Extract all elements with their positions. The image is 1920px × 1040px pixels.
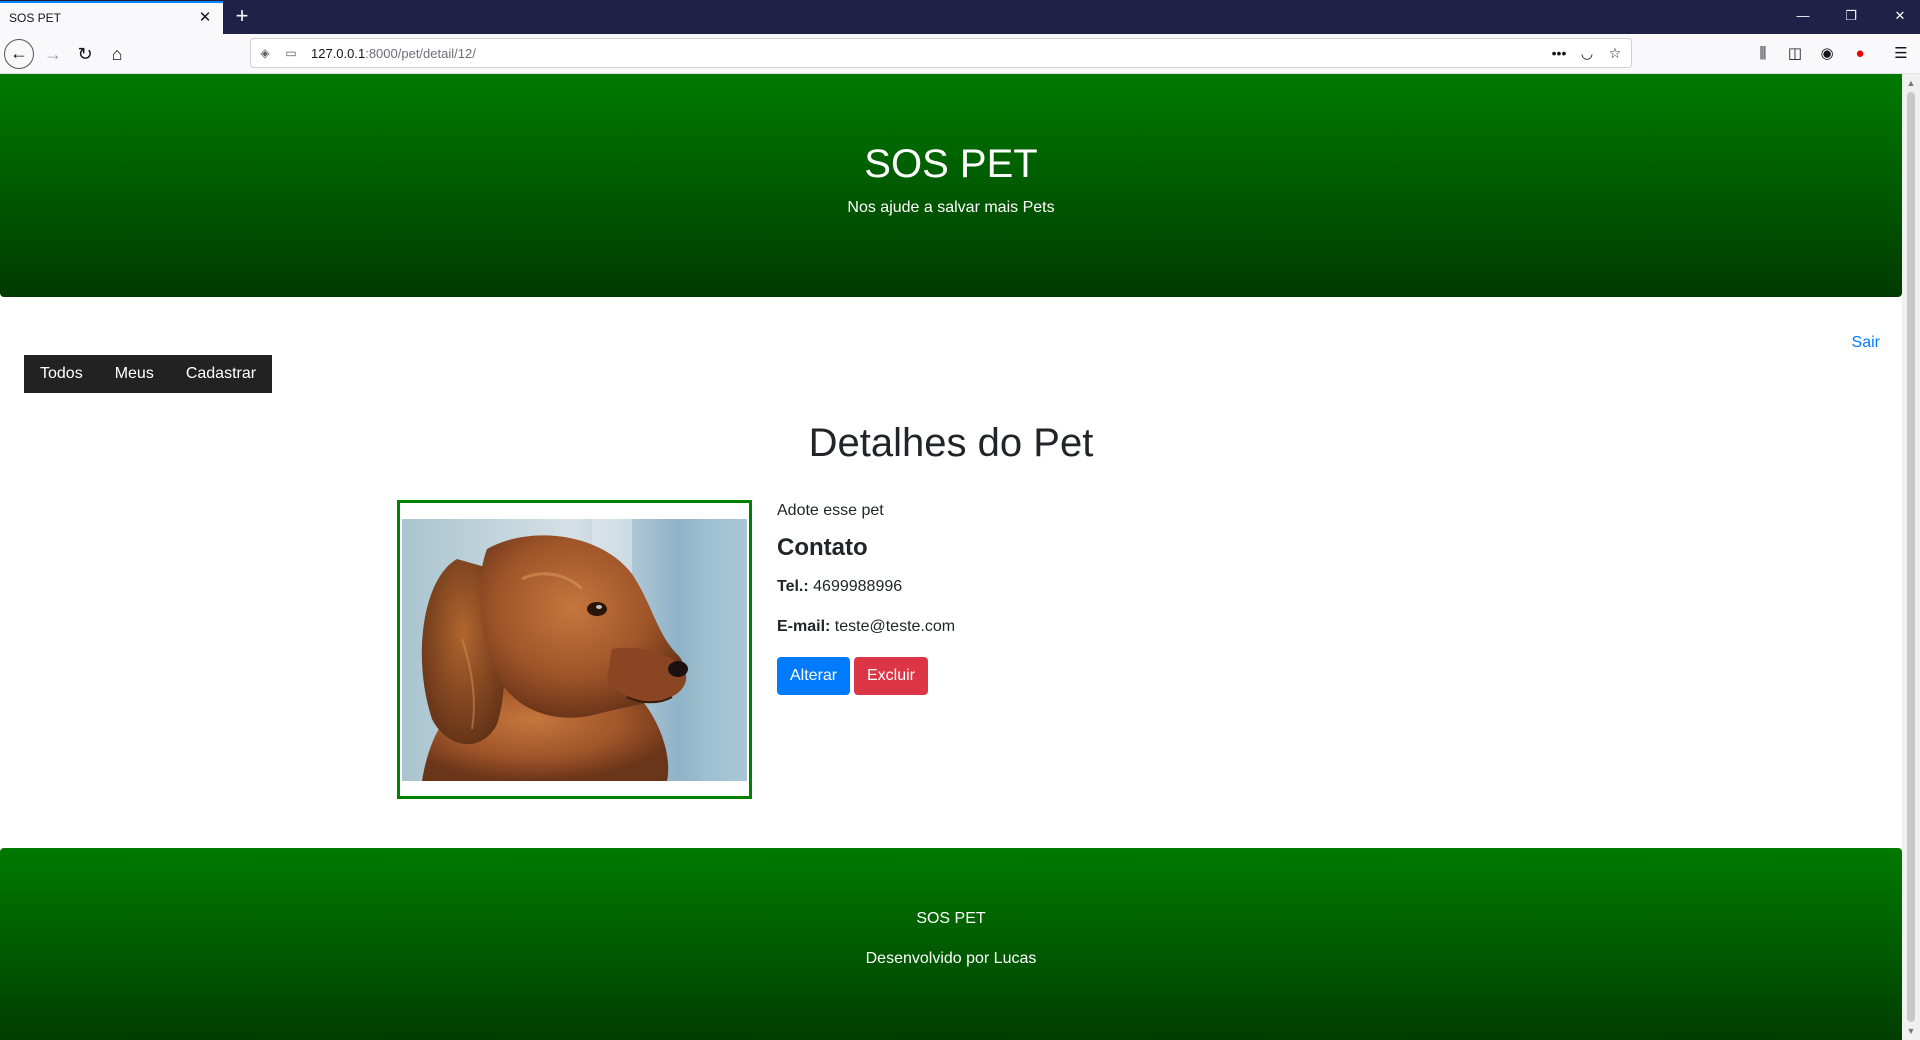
close-window-button[interactable]: ✕ <box>1888 5 1912 27</box>
pocket-icon[interactable]: ◡ <box>1577 44 1597 62</box>
new-tab-button[interactable]: + <box>230 4 254 28</box>
phone-value: 4699988996 <box>813 578 903 595</box>
menu-item-cadastrar[interactable]: Cadastrar <box>170 355 272 393</box>
page-actions-icon[interactable]: ••• <box>1549 44 1569 62</box>
pet-photo-frame <box>397 500 752 799</box>
footer-site-name: SOS PET <box>916 910 986 927</box>
pet-photo <box>402 519 747 781</box>
menu-item-todos[interactable]: Todos <box>24 355 99 393</box>
forward-arrow-icon[interactable]: → <box>38 39 68 69</box>
site-title: SOS PET <box>864 142 1038 186</box>
minimize-button[interactable]: — <box>1791 5 1815 27</box>
page-viewport: SOS PET Nos ajude a salvar mais Pets Sai… <box>0 74 1902 1040</box>
edit-button[interactable]: Alterar <box>777 657 851 695</box>
site-header: SOS PET Nos ajude a salvar mais Pets <box>0 74 1902 297</box>
email-value: teste@teste.com <box>834 618 956 635</box>
address-bar[interactable]: ◈ ▭ 127.0.0.1:8000/pet/detail/12/ ••• ◡ … <box>250 38 1632 68</box>
bookmark-star-icon[interactable]: ☆ <box>1605 44 1625 62</box>
email-label: E-mail: <box>777 618 831 635</box>
menu-hamburger-icon[interactable]: ☰ <box>1890 44 1912 64</box>
site-footer: SOS PET Desenvolvido por Lucas <box>0 848 1902 1040</box>
scroll-up-icon[interactable]: ▲ <box>1906 78 1916 88</box>
back-arrow-icon[interactable]: ← <box>4 39 34 69</box>
library-icon[interactable]: ⫼ <box>1752 44 1774 64</box>
main-menu: Todos Meus Cadastrar <box>24 355 273 393</box>
contact-heading: Contato <box>777 534 868 561</box>
account-icon[interactable]: ◉ <box>1816 44 1838 64</box>
phone-line: Tel.: 4699988996 <box>777 578 902 596</box>
tab-title: SOS PET <box>9 11 62 25</box>
sidebar-icon[interactable]: ◫ <box>1784 44 1806 64</box>
url-text[interactable]: 127.0.0.1:8000/pet/detail/12/ <box>311 46 476 61</box>
page-title: Detalhes do Pet <box>808 421 1094 465</box>
logout-link[interactable]: Sair <box>1852 334 1880 352</box>
scroll-down-icon[interactable]: ▼ <box>1906 1026 1916 1036</box>
browser-titlebar: SOS PET ✕ + — ❐ ✕ <box>0 0 1920 34</box>
url-path: :8000/pet/detail/12/ <box>365 46 476 61</box>
url-host: 127.0.0.1 <box>311 46 366 61</box>
reload-icon[interactable]: ↻ <box>70 39 100 69</box>
site-subtitle: Nos ajude a salvar mais Pets <box>847 199 1055 216</box>
delete-button[interactable]: Excluir <box>854 657 929 695</box>
page-info-icon[interactable]: ▭ <box>283 45 299 61</box>
shield-icon[interactable]: ◈ <box>257 45 273 61</box>
email-line: E-mail: teste@teste.com <box>777 618 955 636</box>
footer-credit: Desenvolvido por Lucas <box>865 950 1037 967</box>
tab-close-icon[interactable]: ✕ <box>195 8 215 28</box>
menu-item-meus[interactable]: Meus <box>99 355 170 393</box>
home-icon[interactable]: ⌂ <box>102 39 132 69</box>
restore-button[interactable]: ❐ <box>1839 5 1863 27</box>
vertical-scrollbar[interactable]: ▲ ▼ <box>1902 74 1920 1040</box>
browser-toolbar: ← → ↻ ⌂ ◈ ▭ 127.0.0.1:8000/pet/detail/12… <box>0 34 1920 74</box>
phone-label: Tel.: <box>777 578 809 595</box>
browser-tab[interactable]: SOS PET ✕ <box>0 1 223 34</box>
scroll-thumb[interactable] <box>1907 92 1915 1022</box>
opera-extension-icon[interactable]: ● <box>1849 44 1871 64</box>
pet-description: Adote esse pet <box>777 502 884 519</box>
